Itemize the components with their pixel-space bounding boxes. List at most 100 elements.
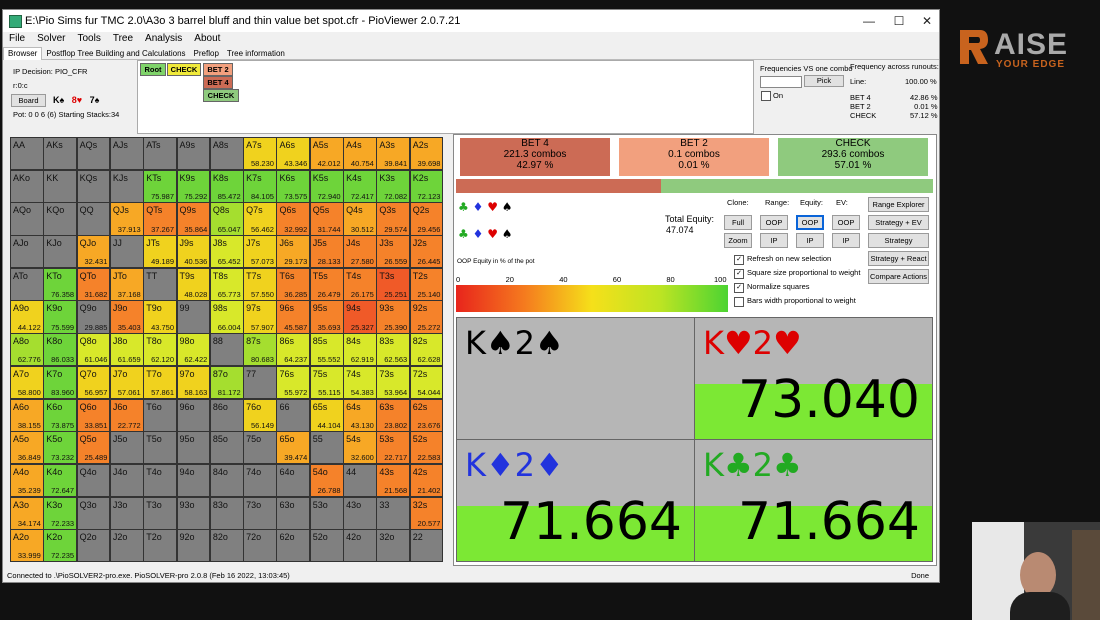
action-box-check[interactable]: CHECK 293.6 combos 57.01 % <box>778 138 928 176</box>
hand-cell[interactable]: KTs 75.987 <box>143 169 178 203</box>
hand-cell[interactable]: J2s 26.445 <box>409 235 444 269</box>
hand-cell[interactable]: 54o 26.788 <box>309 463 344 498</box>
hand-cell[interactable]: Q5o 25.489 <box>76 431 111 465</box>
hand-cell[interactable]: J3s 26.559 <box>376 235 411 269</box>
diamond-icon[interactable]: ♦ <box>473 227 484 241</box>
hand-cell[interactable]: ATo <box>10 267 44 301</box>
hand-cell[interactable]: 96o <box>176 398 211 432</box>
hand-cell[interactable]: J7o 57.061 <box>109 365 144 400</box>
hand-cell[interactable]: K5s 72.940 <box>309 169 344 203</box>
tab-tree-information[interactable]: Tree information <box>223 48 289 60</box>
option-checkbox[interactable] <box>734 297 744 307</box>
hand-cell[interactable]: T2s 25.140 <box>409 267 444 301</box>
hand-cell[interactable]: JTo 37.168 <box>109 267 144 301</box>
hand-cell[interactable]: T4s 26.175 <box>343 267 377 301</box>
hand-cell[interactable]: 52s 22.583 <box>409 431 444 465</box>
hand-cell[interactable]: QTo 31.682 <box>76 267 111 301</box>
hand-cell[interactable]: A9o 44.122 <box>10 300 44 334</box>
hand-cell[interactable]: KQo <box>43 202 78 236</box>
hand-cell[interactable]: TT <box>143 267 178 301</box>
hand-cell[interactable]: T5o <box>143 431 178 465</box>
hand-cell[interactable]: 62o <box>276 529 311 563</box>
hand-cell[interactable]: 73s 53.964 <box>376 365 411 400</box>
hand-cell[interactable]: 83s 62.563 <box>376 333 411 367</box>
hand-cell[interactable]: J7s 57.073 <box>243 235 277 269</box>
hand-cell[interactable]: T9o 43.750 <box>143 300 178 334</box>
board-button[interactable]: Board <box>11 94 46 107</box>
hand-cell[interactable]: 85o <box>209 431 244 465</box>
hand-cell[interactable]: QJs 37.913 <box>109 202 144 236</box>
action-box-bet4[interactable]: BET 4 221.3 combos 42.97 % <box>460 138 610 176</box>
hand-cell[interactable]: 33 <box>376 496 411 530</box>
hand-cell[interactable]: KTo 76.358 <box>43 267 78 301</box>
hand-cell[interactable]: 55 <box>309 431 344 465</box>
hand-cell[interactable]: K5o 73.232 <box>43 431 78 465</box>
hand-cell[interactable]: 32s 20.577 <box>409 496 444 530</box>
club-icon[interactable]: ♣ <box>458 227 469 241</box>
hand-cell[interactable]: 63o <box>276 496 311 530</box>
compare-actions-button[interactable]: Compare Actions <box>868 269 929 284</box>
full-button[interactable]: Full <box>724 215 752 230</box>
hand-cell[interactable]: 44 <box>343 463 377 498</box>
hand-cell[interactable]: 82o <box>209 529 244 563</box>
hand-cell[interactable]: T2o <box>143 529 178 563</box>
hand-cell[interactable]: K7s 84.105 <box>243 169 277 203</box>
hand-cell[interactable]: A8o 62.776 <box>10 333 44 367</box>
hand-cell[interactable]: K3s 72.082 <box>376 169 411 203</box>
hand-cell[interactable]: 75s 55.115 <box>309 365 344 400</box>
hand-cell[interactable]: Q2o <box>76 529 111 563</box>
hand-cell[interactable]: J2o <box>109 529 144 563</box>
hand-cell[interactable]: A9s <box>176 137 211 171</box>
diamond-icon[interactable]: ♦ <box>473 200 484 214</box>
option-checkbox[interactable]: ✓ <box>734 269 744 279</box>
hand-cell[interactable]: 76s 55.972 <box>276 365 311 400</box>
hand-cell[interactable]: 72o <box>243 529 277 563</box>
spade-icon[interactable]: ♠ <box>502 227 513 241</box>
hand-cell[interactable]: K9o 75.599 <box>43 300 78 334</box>
spade-icon[interactable]: ♠ <box>502 200 513 214</box>
hand-box-kd2d[interactable]: K♦2♦ 71.664 <box>456 439 695 562</box>
hand-cell[interactable]: K7o 83.960 <box>43 365 78 400</box>
option-checkbox[interactable]: ✓ <box>734 255 744 265</box>
hand-cell[interactable]: 94s 25.327 <box>343 300 377 334</box>
hand-cell[interactable]: J9s 40.536 <box>176 235 211 269</box>
menu-analysis[interactable]: Analysis <box>139 32 188 46</box>
hand-cell[interactable]: Q6o 33.851 <box>76 398 111 432</box>
hand-cell[interactable]: 86s 64.237 <box>276 333 311 367</box>
tree-node-check[interactable]: CHECK <box>167 63 201 76</box>
hand-cell[interactable]: 66 <box>276 398 311 432</box>
hand-cell[interactable]: K9s 75.292 <box>176 169 211 203</box>
hand-cell[interactable]: Q7o 56.957 <box>76 365 111 400</box>
hand-cell[interactable]: T3o <box>143 496 178 530</box>
hand-cell[interactable]: KJs <box>109 169 144 203</box>
hand-cell[interactable]: T9s 48.028 <box>176 267 211 301</box>
hand-cell[interactable]: KQs <box>76 169 111 203</box>
hand-cell[interactable]: 85s 55.552 <box>309 333 344 367</box>
hand-cell[interactable]: K8o 86.033 <box>43 333 78 367</box>
hand-cell[interactable]: K2o 72.235 <box>43 529 78 563</box>
hand-cell[interactable]: 74s 54.383 <box>343 365 377 400</box>
hand-cell[interactable]: 72s 54.044 <box>409 365 444 400</box>
tree-node-bet2[interactable]: BET 2 <box>203 63 233 76</box>
hand-cell[interactable]: 64s 43.130 <box>343 398 377 432</box>
hand-cell[interactable]: 95o <box>176 431 211 465</box>
tab-browser[interactable]: Browser <box>3 47 43 60</box>
hand-cell[interactable]: J4o <box>109 463 144 498</box>
hand-cell[interactable]: Q2s 29.456 <box>409 202 444 236</box>
hand-cell[interactable]: 42o <box>343 529 377 563</box>
hand-cell[interactable]: Q6s 32.992 <box>276 202 311 236</box>
hand-cell[interactable]: 84s 62.919 <box>343 333 377 367</box>
hand-cell[interactable]: K6o 73.875 <box>43 398 78 432</box>
hand-cell[interactable]: 83o <box>209 496 244 530</box>
hand-cell[interactable]: T8o 62.120 <box>143 333 178 367</box>
hand-cell[interactable]: 82s 62.628 <box>409 333 444 367</box>
hand-cell[interactable]: 93s 25.390 <box>376 300 411 334</box>
hand-cell[interactable]: J6o 22.772 <box>109 398 144 432</box>
hand-cell[interactable]: AQs <box>76 137 111 171</box>
hand-cell[interactable]: A4o 35.239 <box>10 463 44 498</box>
hand-cell[interactable]: 63s 23.802 <box>376 398 411 432</box>
hand-cell[interactable]: 43o <box>343 496 377 530</box>
heart-icon[interactable]: ♥ <box>487 227 498 241</box>
hand-cell[interactable]: K8s 85.472 <box>209 169 244 203</box>
range-oop-button[interactable]: OOP <box>760 215 788 230</box>
